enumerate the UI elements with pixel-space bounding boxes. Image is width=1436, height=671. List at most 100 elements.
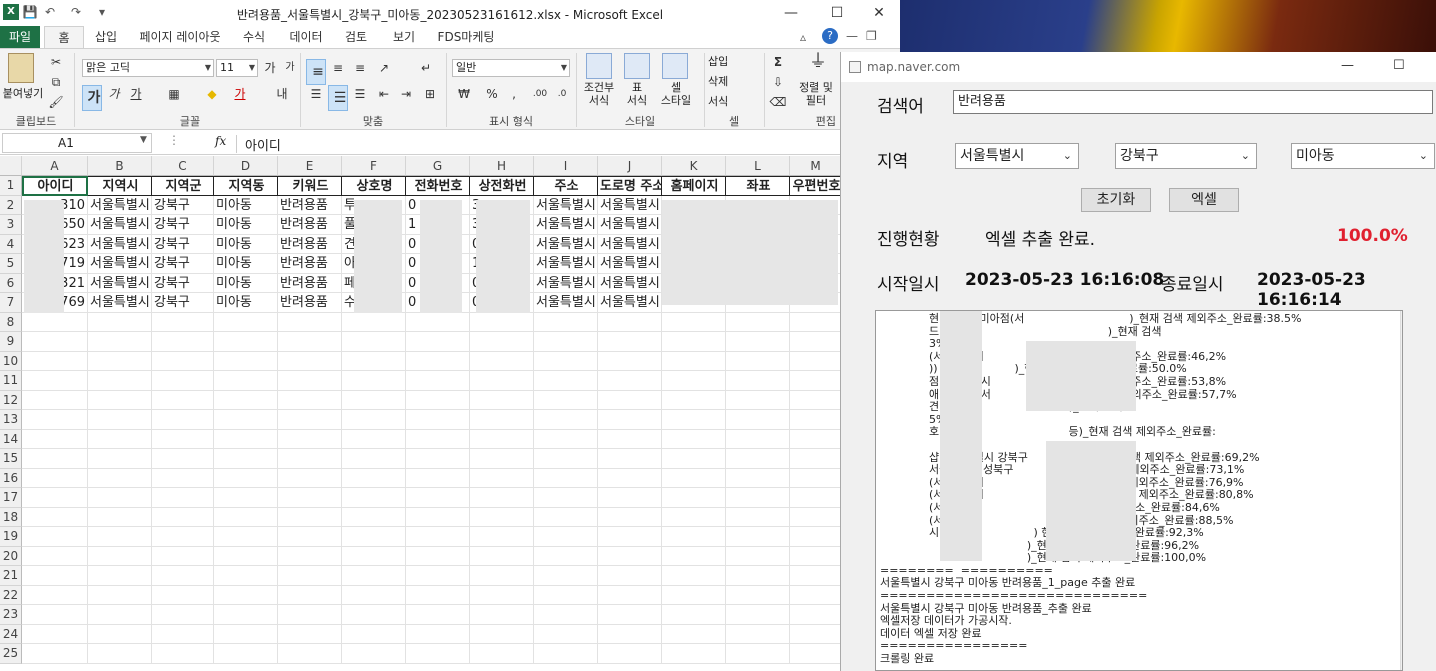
font-color-icon[interactable]: 가 bbox=[230, 85, 250, 103]
cell[interactable] bbox=[726, 566, 790, 586]
insert-function-icon[interactable]: fx bbox=[215, 134, 226, 148]
fill-icon[interactable]: ⇩ bbox=[768, 73, 788, 91]
cell[interactable] bbox=[726, 605, 790, 625]
paste-button[interactable]: 붙여넣기 bbox=[0, 85, 46, 101]
cell[interactable] bbox=[534, 468, 598, 488]
shrink-font-icon[interactable]: 가 bbox=[280, 59, 300, 77]
cell[interactable] bbox=[214, 410, 278, 430]
cell[interactable] bbox=[88, 585, 152, 605]
cell[interactable] bbox=[598, 566, 662, 586]
header-cell[interactable]: 홈페이지 bbox=[662, 176, 726, 196]
fill-color-icon[interactable]: ◆ bbox=[202, 85, 222, 103]
cell[interactable] bbox=[214, 312, 278, 332]
column-header-m[interactable]: M bbox=[790, 156, 842, 176]
header-cell[interactable]: 전화번호 bbox=[406, 176, 470, 196]
cell[interactable] bbox=[342, 332, 406, 352]
cell[interactable] bbox=[152, 390, 214, 410]
cell[interactable] bbox=[22, 468, 88, 488]
cell[interactable] bbox=[152, 527, 214, 547]
data-cell[interactable]: 서울특별시 bbox=[534, 293, 598, 313]
cell[interactable] bbox=[534, 507, 598, 527]
row-header-11[interactable]: 11 bbox=[0, 371, 22, 391]
data-cell[interactable]: 서울특별시 bbox=[534, 273, 598, 293]
close-button[interactable]: ✕ bbox=[856, 0, 902, 26]
cell[interactable] bbox=[598, 507, 662, 527]
cell[interactable] bbox=[534, 390, 598, 410]
cell[interactable] bbox=[88, 507, 152, 527]
cell[interactable] bbox=[342, 585, 406, 605]
tab-page-layout[interactable]: 페이지 레이아웃 bbox=[136, 26, 224, 48]
cell[interactable] bbox=[662, 429, 726, 449]
cell[interactable] bbox=[598, 644, 662, 664]
cell[interactable] bbox=[278, 468, 342, 488]
data-cell[interactable]: 서울특별시 bbox=[88, 293, 152, 313]
cell[interactable] bbox=[662, 488, 726, 508]
cell[interactable] bbox=[790, 488, 842, 508]
cell[interactable] bbox=[278, 624, 342, 644]
cell[interactable] bbox=[214, 546, 278, 566]
cell[interactable] bbox=[790, 410, 842, 430]
naver-minimize-button[interactable]: — bbox=[1341, 58, 1354, 73]
border-icon[interactable]: ▦ bbox=[164, 85, 184, 103]
cell[interactable] bbox=[342, 429, 406, 449]
cell[interactable] bbox=[406, 371, 470, 391]
cell[interactable] bbox=[726, 468, 790, 488]
cell[interactable] bbox=[22, 527, 88, 547]
cell[interactable] bbox=[662, 312, 726, 332]
align-bottom-icon[interactable]: ≡ bbox=[350, 59, 370, 77]
cell[interactable] bbox=[598, 351, 662, 371]
row-header-13[interactable]: 13 bbox=[0, 410, 22, 430]
cell[interactable] bbox=[152, 332, 214, 352]
row-header-18[interactable]: 18 bbox=[0, 507, 22, 527]
column-header-f[interactable]: F bbox=[342, 156, 406, 176]
cell[interactable] bbox=[534, 585, 598, 605]
cell[interactable] bbox=[470, 527, 534, 547]
data-cell[interactable]: 서울특별시 bbox=[534, 254, 598, 274]
cell[interactable] bbox=[662, 332, 726, 352]
column-header-b[interactable]: B bbox=[88, 156, 152, 176]
cell[interactable] bbox=[406, 605, 470, 625]
cell[interactable] bbox=[470, 507, 534, 527]
row-header-25[interactable]: 25 bbox=[0, 644, 22, 664]
column-header-g[interactable]: G bbox=[406, 156, 470, 176]
cell[interactable] bbox=[214, 624, 278, 644]
data-cell[interactable]: 서울특별시 bbox=[88, 215, 152, 235]
row-header-7[interactable]: 7 bbox=[0, 293, 22, 313]
cell[interactable] bbox=[152, 351, 214, 371]
row-header-2[interactable]: 2 bbox=[0, 195, 22, 215]
cell[interactable] bbox=[88, 429, 152, 449]
paste-icon[interactable] bbox=[8, 53, 34, 83]
cell[interactable] bbox=[662, 371, 726, 391]
cell[interactable] bbox=[406, 644, 470, 664]
row-header-5[interactable]: 5 bbox=[0, 254, 22, 274]
excel-button[interactable]: 엑셀 bbox=[1169, 188, 1239, 212]
cell[interactable] bbox=[88, 546, 152, 566]
cell[interactable] bbox=[470, 605, 534, 625]
cell[interactable] bbox=[152, 585, 214, 605]
cell[interactable] bbox=[22, 624, 88, 644]
cell[interactable] bbox=[406, 468, 470, 488]
align-middle-icon[interactable]: ≡ bbox=[328, 59, 348, 77]
cell[interactable] bbox=[22, 644, 88, 664]
cell[interactable] bbox=[152, 644, 214, 664]
cell[interactable] bbox=[726, 390, 790, 410]
cell[interactable] bbox=[470, 624, 534, 644]
cell[interactable] bbox=[406, 624, 470, 644]
cell[interactable] bbox=[726, 410, 790, 430]
cell[interactable] bbox=[152, 507, 214, 527]
cell[interactable] bbox=[22, 410, 88, 430]
column-header-e[interactable]: E bbox=[278, 156, 342, 176]
cell[interactable] bbox=[152, 429, 214, 449]
data-cell[interactable]: 미아동 bbox=[214, 293, 278, 313]
cell[interactable] bbox=[22, 332, 88, 352]
tab-insert[interactable]: 삽입 bbox=[90, 26, 122, 48]
cell[interactable] bbox=[406, 488, 470, 508]
cell[interactable] bbox=[278, 390, 342, 410]
data-cell[interactable]: 강북구 bbox=[152, 273, 214, 293]
cell[interactable] bbox=[88, 605, 152, 625]
row-header-19[interactable]: 19 bbox=[0, 527, 22, 547]
conditional-format-button[interactable]: 조건부 서식 bbox=[578, 81, 620, 107]
cell[interactable] bbox=[726, 624, 790, 644]
data-cell[interactable]: 서울특별시 bbox=[88, 273, 152, 293]
comma-icon[interactable]: , bbox=[504, 85, 524, 103]
